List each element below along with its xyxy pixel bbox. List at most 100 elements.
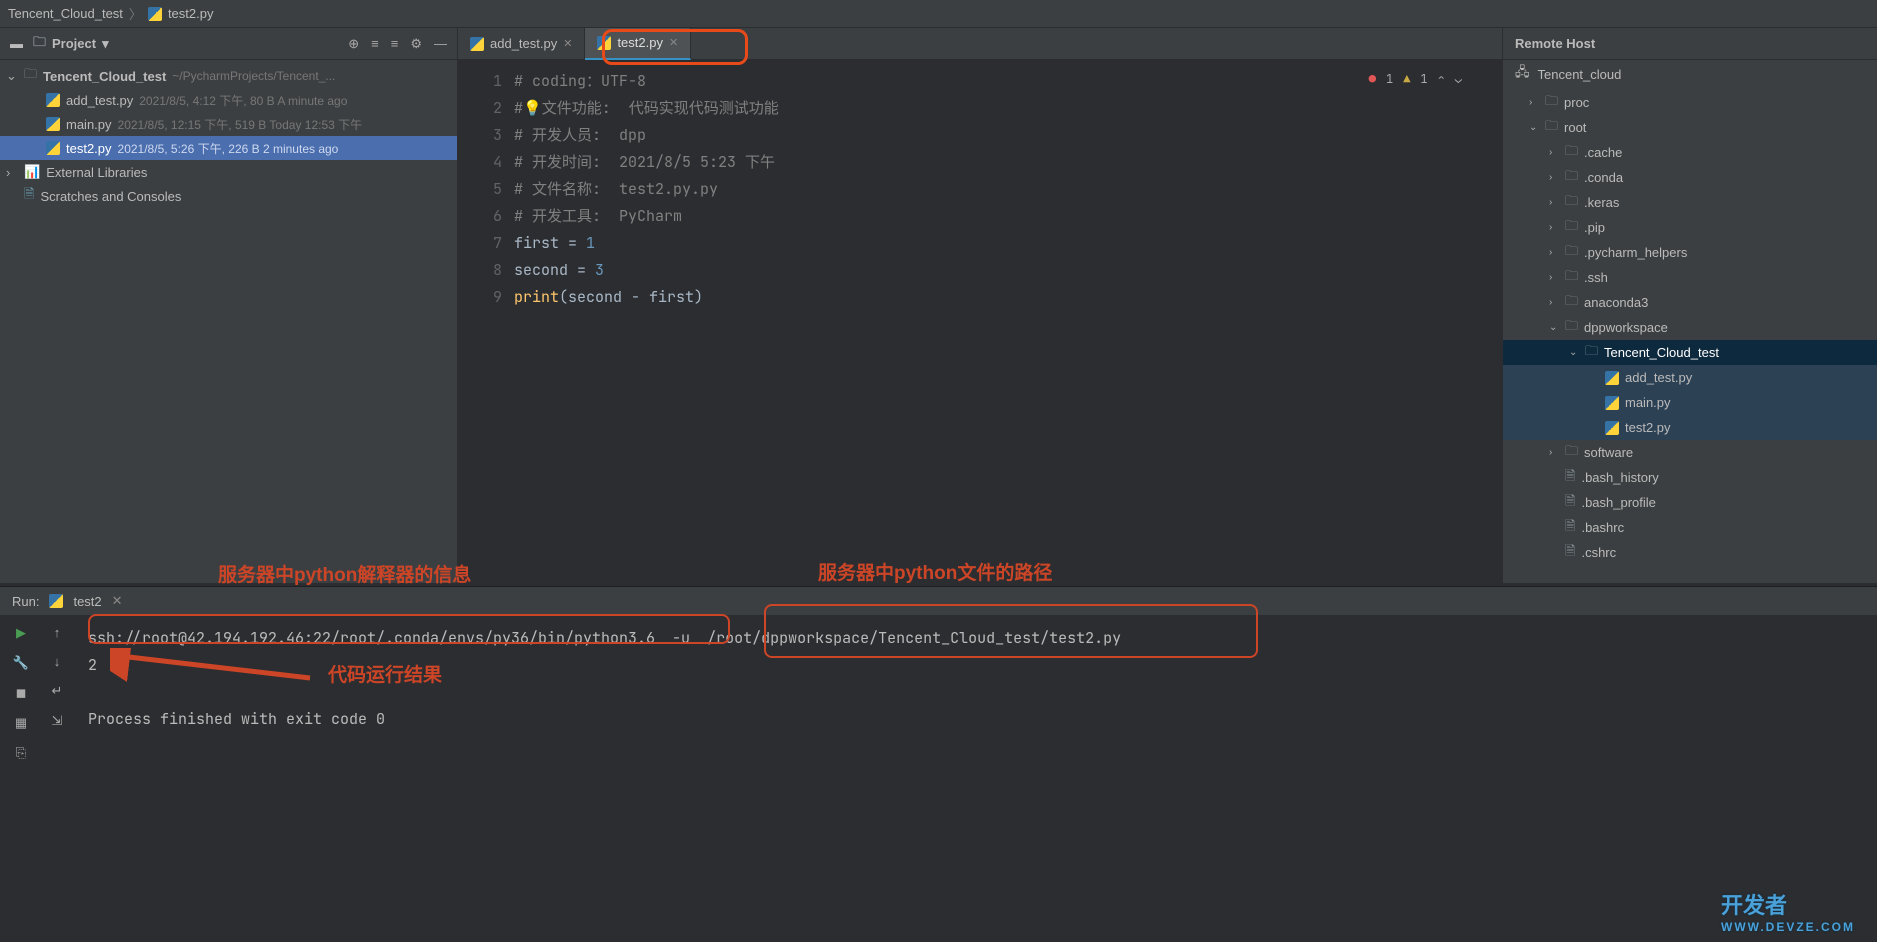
remote-tree-item[interactable]: 🗎.bash_profile bbox=[1503, 490, 1877, 515]
target-icon[interactable]: ⊕ bbox=[348, 36, 359, 52]
stop-icon[interactable]: ◼ bbox=[16, 685, 27, 701]
error-icon: ● bbox=[1369, 66, 1376, 93]
chevron-down-icon[interactable]: ▾ bbox=[102, 36, 109, 52]
soft-wrap-icon[interactable]: ↵ bbox=[52, 683, 63, 699]
export-icon[interactable]: ⎘ bbox=[16, 745, 26, 761]
breadcrumb-root[interactable]: Tencent_Cloud_test bbox=[8, 6, 123, 21]
collapse-all-icon[interactable]: ≡ bbox=[391, 36, 399, 52]
intention-bulb-icon[interactable]: 💡 bbox=[523, 98, 542, 118]
remote-tree-item[interactable]: 🗎.bashrc bbox=[1503, 515, 1877, 540]
remote-tree-item[interactable]: ›🗀.ssh bbox=[1503, 265, 1877, 290]
tab-label: test2.py bbox=[617, 35, 663, 50]
project-tool-window: ▬ 🗀 Project ▾ ⊕ ≡ ≡ ⚙ — ⌄ 🗀 Tencent_Clou… bbox=[0, 28, 458, 583]
python-file-icon bbox=[46, 117, 60, 131]
remote-tree-item[interactable]: 🗎.bash_history bbox=[1503, 465, 1877, 490]
scratches-node[interactable]: 🗎 Scratches and Consoles bbox=[0, 184, 457, 208]
remote-tree-item[interactable]: add_test.py bbox=[1503, 365, 1877, 390]
project-root-node[interactable]: ⌄ 🗀 Tencent_Cloud_test ~/PycharmProjects… bbox=[0, 64, 457, 88]
remote-tree-item[interactable]: ›🗀.pycharm_helpers bbox=[1503, 240, 1877, 265]
warning-count: 1 bbox=[1420, 66, 1427, 93]
remote-host-title: Remote Host bbox=[1503, 28, 1877, 60]
folder-icon: 🗀 bbox=[1545, 92, 1558, 114]
breadcrumb: Tencent_Cloud_test 〉 test2.py bbox=[0, 0, 1877, 28]
folder-icon: 🗀 bbox=[1565, 142, 1578, 164]
up-arrow-icon[interactable]: ↑ bbox=[54, 625, 61, 640]
down-arrow-icon[interactable]: ↓ bbox=[54, 654, 61, 669]
project-file-selected[interactable]: test2.py 2021/8/5, 5:26 下午, 226 B 2 minu… bbox=[0, 136, 457, 160]
folder-icon: 🗀 bbox=[1565, 317, 1578, 339]
python-file-icon bbox=[1605, 421, 1619, 435]
remote-tree-item[interactable]: ›🗀.pip bbox=[1503, 215, 1877, 240]
chevron-icon: › bbox=[1529, 97, 1539, 108]
expand-icon[interactable]: ≡ bbox=[371, 36, 379, 52]
play-icon[interactable]: ▶ bbox=[16, 625, 26, 641]
chevron-icon: ⌄ bbox=[1529, 122, 1539, 133]
remote-tree-item[interactable]: ⌄🗀Tencent_Cloud_test bbox=[1503, 340, 1877, 365]
close-icon[interactable]: ✕ bbox=[669, 36, 678, 49]
run-panel-label: Run: bbox=[12, 594, 39, 609]
file-name: add_test.py bbox=[66, 93, 133, 108]
breadcrumb-file[interactable]: test2.py bbox=[168, 6, 214, 21]
close-icon[interactable]: ✕ bbox=[112, 593, 123, 609]
gear-icon[interactable]: ⚙ bbox=[410, 36, 422, 52]
python-file-icon bbox=[148, 7, 162, 21]
remote-item-label: .pip bbox=[1584, 220, 1605, 235]
python-file-icon bbox=[470, 37, 484, 51]
project-file[interactable]: add_test.py 2021/8/5, 4:12 下午, 80 B A mi… bbox=[0, 88, 457, 112]
chevron-down-icon[interactable]: ⌄ bbox=[1455, 66, 1462, 93]
chevron-icon: › bbox=[1549, 172, 1559, 183]
editor-tab-active[interactable]: test2.py ✕ bbox=[585, 28, 691, 60]
remote-tree-item[interactable]: 🗎.cshrc bbox=[1503, 540, 1877, 565]
remote-tree-item[interactable]: ›🗀software bbox=[1503, 440, 1877, 465]
remote-item-label: root bbox=[1564, 120, 1586, 135]
remote-tree-item[interactable]: ›🗀proc bbox=[1503, 90, 1877, 115]
remote-item-label: .cshrc bbox=[1581, 545, 1616, 560]
scratches-icon: 🗎 bbox=[24, 185, 34, 207]
remote-tree-item[interactable]: ›🗀anaconda3 bbox=[1503, 290, 1877, 315]
project-title[interactable]: Project bbox=[52, 36, 96, 51]
close-icon[interactable]: ✕ bbox=[563, 37, 572, 50]
project-file[interactable]: main.py 2021/8/5, 12:15 下午, 519 B Today … bbox=[0, 112, 457, 136]
external-libs-label: External Libraries bbox=[46, 165, 147, 180]
python-file-icon bbox=[597, 36, 611, 50]
editor-tab[interactable]: add_test.py ✕ bbox=[458, 28, 585, 60]
remote-tree-item[interactable]: ⌄🗀root bbox=[1503, 115, 1877, 140]
remote-tree-item[interactable]: ›🗀.conda bbox=[1503, 165, 1877, 190]
project-root-path: ~/PycharmProjects/Tencent_... bbox=[172, 69, 335, 83]
remote-item-label: software bbox=[1584, 445, 1633, 460]
remote-tree-item[interactable]: ›🗀.keras bbox=[1503, 190, 1877, 215]
hide-icon[interactable]: — bbox=[434, 36, 447, 52]
code-editor[interactable]: 123 456 789 ●1 ▲1 ⌃ ⌄ # coding：UTF-8 #💡文… bbox=[458, 60, 1502, 583]
remote-item-label: .bash_profile bbox=[1581, 495, 1655, 510]
remote-server-selector[interactable]: 🖧 Tencent_cloud bbox=[1503, 60, 1877, 88]
console-flag: -u bbox=[672, 628, 690, 648]
remote-item-label: dppworkspace bbox=[1584, 320, 1668, 335]
remote-item-label: .cache bbox=[1584, 145, 1622, 160]
code-content[interactable]: ●1 ▲1 ⌃ ⌄ # coding：UTF-8 #💡文件功能: 代码实现代码测… bbox=[514, 60, 1502, 583]
wrench-icon[interactable]: 🔧 bbox=[13, 655, 29, 671]
remote-tree-item[interactable]: test2.py bbox=[1503, 415, 1877, 440]
chevron-up-icon[interactable]: ⌃ bbox=[1438, 66, 1445, 93]
layout-icon[interactable]: ▦ bbox=[15, 715, 27, 731]
remote-tree-item[interactable]: ›🗀.cache bbox=[1503, 140, 1877, 165]
remote-item-label: .pycharm_helpers bbox=[1584, 245, 1687, 260]
run-config-name[interactable]: test2 bbox=[73, 594, 101, 609]
console-output[interactable]: ssh://root@42.194.192.46:22/root/.conda/… bbox=[72, 615, 1877, 942]
scroll-icon[interactable]: ⇲ bbox=[52, 713, 63, 729]
project-collapse-icon[interactable]: ▬ bbox=[10, 36, 23, 51]
remote-tree-item[interactable]: ⌄ 🗀 dppworkspace bbox=[1503, 315, 1877, 340]
remote-item-label: .bashrc bbox=[1581, 520, 1624, 535]
breadcrumb-sep: 〉 bbox=[129, 4, 142, 23]
run-tool-window: Run: test2 ✕ ▶ 🔧 ◼ ▦ ⎘ ↑ ↓ ↵ ⇲ ssh://roo… bbox=[0, 586, 1877, 942]
external-libraries-node[interactable]: › 📊 External Libraries bbox=[0, 160, 457, 184]
chevron-icon: ⌄ bbox=[1549, 322, 1559, 333]
python-file-icon bbox=[46, 93, 60, 107]
folder-icon: 🗀 bbox=[1565, 242, 1578, 264]
chevron-down-icon: ⌄ bbox=[6, 68, 18, 84]
remote-tree-item[interactable]: main.py bbox=[1503, 390, 1877, 415]
remote-item-label: .ssh bbox=[1584, 270, 1608, 285]
inspection-widget[interactable]: ●1 ▲1 ⌃ ⌄ bbox=[1369, 66, 1462, 93]
remote-file-tree[interactable]: ›🗀proc⌄🗀root›🗀.cache›🗀.conda›🗀.keras›🗀.p… bbox=[1503, 88, 1877, 567]
chevron-right-icon: › bbox=[6, 165, 18, 180]
folder-icon: 🗀 bbox=[33, 33, 46, 55]
